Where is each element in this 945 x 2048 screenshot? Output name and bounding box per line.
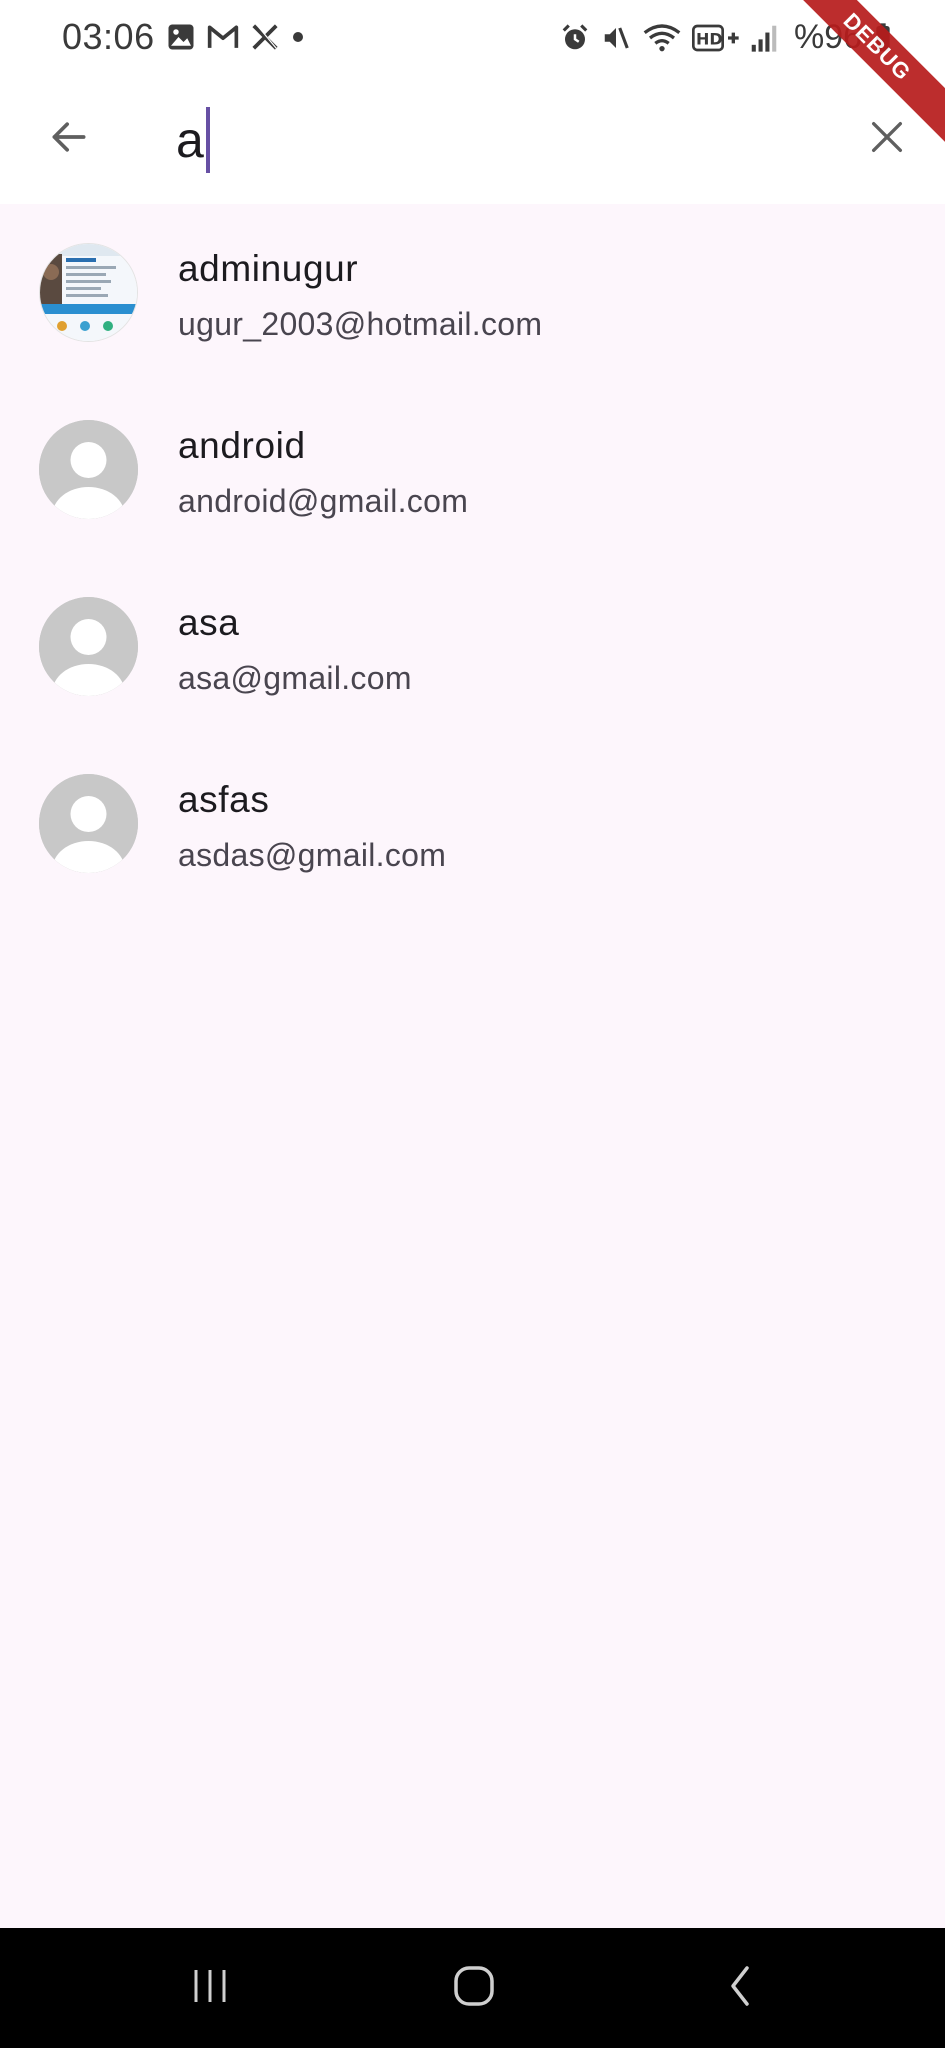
avatar	[39, 774, 138, 873]
home-button[interactable]	[439, 1958, 509, 2018]
nav-back-button[interactable]	[705, 1958, 775, 2018]
user-email: asa@gmail.com	[178, 660, 412, 696]
person-icon	[39, 420, 138, 519]
avatar	[39, 243, 138, 342]
system-nav-bar	[0, 1928, 945, 2048]
search-app-bar: a	[0, 72, 945, 204]
user-name: asfas	[178, 779, 270, 820]
user-name: asa	[178, 602, 240, 643]
home-icon	[452, 1964, 496, 2013]
recent-apps-button[interactable]	[175, 1958, 245, 2018]
search-screen: 03:06 HD %96 DEBUG a adminugur ugur_2003…	[0, 0, 945, 2048]
svg-text:HD: HD	[696, 29, 723, 48]
back-icon	[723, 1964, 757, 2013]
list-item[interactable]: android android@gmail.com	[0, 381, 945, 558]
wifi-icon	[642, 21, 682, 55]
notification-icons	[166, 20, 306, 54]
close-icon	[867, 117, 907, 162]
user-email: android@gmail.com	[178, 483, 469, 519]
person-icon	[39, 597, 138, 696]
list-item[interactable]: adminugur ugur_2003@hotmail.com	[0, 204, 945, 381]
hd-plus-icon: HD	[692, 21, 740, 55]
search-results-list: adminugur ugur_2003@hotmail.com android …	[0, 204, 945, 912]
user-email: ugur_2003@hotmail.com	[178, 306, 543, 342]
arrow-back-icon	[47, 115, 91, 164]
mute-icon	[600, 21, 632, 55]
person-icon	[39, 774, 138, 873]
dot-icon	[290, 20, 306, 54]
list-item[interactable]: asfas asdas@gmail.com	[0, 735, 945, 912]
gallery-icon	[166, 20, 196, 54]
alarm-icon	[560, 21, 590, 55]
search-input[interactable]: a	[176, 102, 210, 178]
gmail-icon	[206, 20, 240, 54]
search-query: a	[176, 112, 204, 168]
avatar	[39, 597, 138, 696]
user-name: adminugur	[178, 248, 359, 289]
list-item[interactable]: asa asa@gmail.com	[0, 558, 945, 735]
avatar	[39, 420, 138, 519]
x-icon	[250, 20, 280, 54]
user-email: asdas@gmail.com	[178, 837, 447, 873]
text-cursor	[205, 107, 210, 173]
status-bar: 03:06 HD %96	[0, 0, 945, 72]
status-time: 03:06	[62, 16, 155, 57]
clear-search-button[interactable]	[856, 108, 918, 170]
user-name: android	[178, 425, 306, 466]
signal-icon	[750, 21, 778, 55]
recent-apps-icon	[188, 1966, 232, 2011]
back-button[interactable]	[38, 108, 100, 170]
